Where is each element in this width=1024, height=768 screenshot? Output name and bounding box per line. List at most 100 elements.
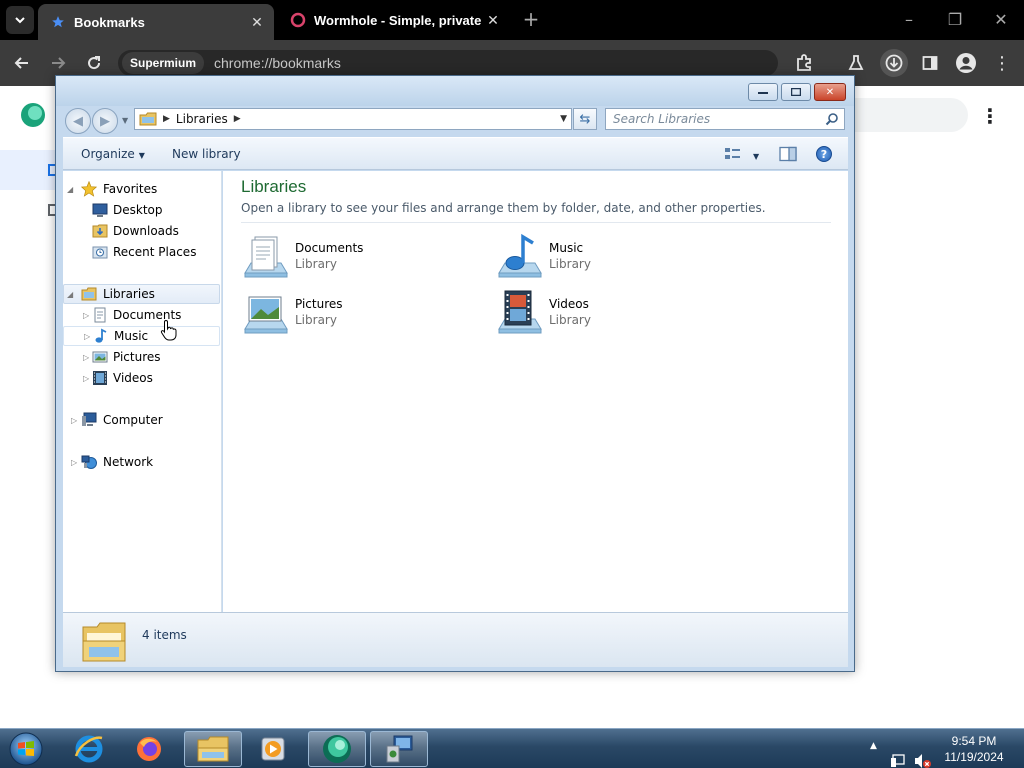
search-input[interactable]: Search Libraries: [605, 108, 845, 130]
nav-item-favorites[interactable]: ◢ Favorites: [63, 179, 220, 199]
reload-icon[interactable]: [82, 51, 106, 75]
library-name: Documents: [295, 241, 364, 255]
nav-item-network[interactable]: ▷ Network: [63, 452, 220, 472]
internet-explorer-icon: [74, 735, 103, 763]
nav-label: Videos: [113, 371, 153, 385]
maximize-button[interactable]: [781, 83, 811, 101]
desktop-icon: [92, 203, 108, 217]
close-icon[interactable]: ✕: [990, 10, 1012, 30]
taskbar-supermium[interactable]: [308, 731, 366, 767]
clock-date: 11/19/2024: [944, 750, 1004, 764]
nav-item-pictures[interactable]: ▷ Pictures: [63, 347, 220, 367]
library-name: Music: [549, 241, 584, 255]
nav-item-videos[interactable]: ▷ Videos: [63, 368, 220, 388]
breadcrumb-arrow-icon[interactable]: ▶: [234, 114, 241, 124]
nav-item-recent-places[interactable]: Recent Places: [63, 242, 220, 262]
taskbar: ▲ 9:54 PM 11/19/2024: [0, 728, 1024, 768]
system-clock[interactable]: 9:54 PM 11/19/2024: [936, 733, 1012, 765]
library-item-pictures[interactable]: Pictures Library: [241, 289, 481, 339]
close-button[interactable]: ✕: [814, 83, 846, 101]
taskbar-firefox[interactable]: [120, 731, 178, 767]
address-dropdown-icon[interactable]: ▼: [560, 114, 567, 124]
collapsed-arrow-icon[interactable]: ▷: [84, 332, 90, 341]
volume-muted-icon[interactable]: [914, 741, 932, 768]
expanded-arrow-icon[interactable]: ◢: [67, 290, 73, 299]
library-item-documents[interactable]: Documents Library: [241, 233, 481, 283]
nav-item-libraries[interactable]: ◢ Libraries: [63, 284, 220, 304]
library-item-videos[interactable]: Videos Library: [495, 289, 735, 339]
forward-icon[interactable]: [46, 51, 70, 75]
tab-wormhole[interactable]: Wormhole - Simple, private file ✕: [278, 4, 510, 36]
nav-label: Pictures: [113, 350, 161, 364]
new-library-button[interactable]: New library: [172, 147, 241, 161]
collapsed-arrow-icon[interactable]: ▷: [71, 458, 77, 467]
expanded-arrow-icon[interactable]: ◢: [67, 185, 73, 194]
window-caption[interactable]: ✕: [56, 76, 854, 106]
explorer-window: ✕ ◀ ▶ ▼ ▶ Libraries ▶ ▼ ⇆ Search Librari…: [55, 75, 855, 672]
library-item-music[interactable]: Music Library: [495, 233, 735, 283]
address-bar[interactable]: ▶ Libraries ▶ ▼: [134, 108, 572, 130]
tab-title: Wormhole - Simple, private file: [314, 12, 484, 28]
change-view-icon[interactable]: [724, 146, 742, 162]
taskbar-windows-explorer[interactable]: [184, 731, 242, 767]
minimize-button[interactable]: [748, 83, 778, 101]
nav-item-documents[interactable]: ▷ Documents: [63, 305, 220, 325]
library-type: Library: [295, 257, 337, 271]
profile-avatar-icon[interactable]: [954, 51, 978, 75]
close-tab-icon[interactable]: ✕: [484, 11, 502, 29]
new-tab-button[interactable]: +: [520, 9, 542, 31]
restore-icon[interactable]: ❐: [944, 10, 966, 30]
taskbar-installer[interactable]: [370, 731, 428, 767]
browser-chip[interactable]: Supermium: [122, 52, 205, 74]
nav-item-desktop[interactable]: Desktop: [63, 200, 220, 220]
collapsed-arrow-icon[interactable]: ▷: [83, 353, 89, 362]
nav-label: Favorites: [103, 182, 158, 196]
back-button[interactable]: ◀: [65, 108, 91, 134]
show-hidden-icons-button[interactable]: ▲: [870, 741, 877, 768]
organize-button[interactable]: Organize ▼: [81, 147, 145, 161]
search-icon[interactable]: [825, 112, 839, 126]
libraries-folder-icon: [139, 112, 157, 126]
tab-bookmarks[interactable]: Bookmarks ✕: [38, 4, 274, 40]
tab-search-button[interactable]: [6, 6, 34, 34]
nav-item-downloads[interactable]: Downloads: [63, 221, 220, 241]
videos-library-icon: [498, 290, 542, 334]
extensions-icon[interactable]: [792, 51, 816, 75]
taskbar-media-player[interactable]: [244, 731, 302, 767]
navigation-pane: ◢ Favorites Desktop Downloads Recent Pla…: [63, 171, 222, 612]
help-button[interactable]: ?: [816, 146, 832, 162]
close-tab-icon[interactable]: ✕: [248, 13, 266, 31]
url-text[interactable]: chrome://bookmarks: [214, 55, 341, 71]
pictures-library-icon: [244, 296, 288, 334]
back-icon[interactable]: [10, 51, 34, 75]
libraries-folder-icon: [82, 622, 126, 662]
side-panel-icon[interactable]: [918, 51, 942, 75]
start-button-windows-icon[interactable]: [7, 731, 45, 767]
forward-button[interactable]: ▶: [92, 108, 118, 134]
collapsed-arrow-icon[interactable]: ▷: [83, 311, 89, 320]
bookmarks-search-bar[interactable]: [850, 98, 968, 132]
collapsed-arrow-icon[interactable]: ▷: [71, 416, 77, 425]
bookmarks-menu-icon[interactable]: ⋮: [980, 104, 1000, 128]
menu-kebab-icon[interactable]: ⋮: [990, 51, 1014, 75]
nav-label: Downloads: [113, 224, 179, 238]
nav-item-music[interactable]: ▷ Music: [63, 326, 220, 346]
taskbar-internet-explorer[interactable]: [60, 731, 118, 767]
action-center-icon[interactable]: [890, 741, 908, 768]
details-pane: 4 items: [63, 612, 848, 667]
collapsed-arrow-icon[interactable]: ▷: [83, 374, 89, 383]
breadcrumb-arrow-icon[interactable]: ▶: [163, 114, 170, 124]
omnibox[interactable]: Supermium chrome://bookmarks: [118, 50, 778, 76]
nav-item-computer[interactable]: ▷ Computer: [63, 410, 220, 430]
libraries-folder-icon: [81, 287, 97, 301]
labs-flask-icon[interactable]: [844, 51, 868, 75]
nav-label: Libraries: [103, 287, 155, 301]
music-library-icon: [498, 233, 542, 278]
recent-pages-dropdown-icon[interactable]: ▼: [122, 116, 128, 125]
minimize-icon[interactable]: –: [898, 10, 920, 30]
breadcrumb-libraries[interactable]: Libraries: [176, 112, 228, 126]
view-options-dropdown[interactable]: ▼: [749, 148, 759, 162]
refresh-button[interactable]: ⇆: [573, 108, 597, 130]
download-icon[interactable]: [880, 49, 908, 77]
preview-pane-icon[interactable]: [779, 146, 797, 162]
